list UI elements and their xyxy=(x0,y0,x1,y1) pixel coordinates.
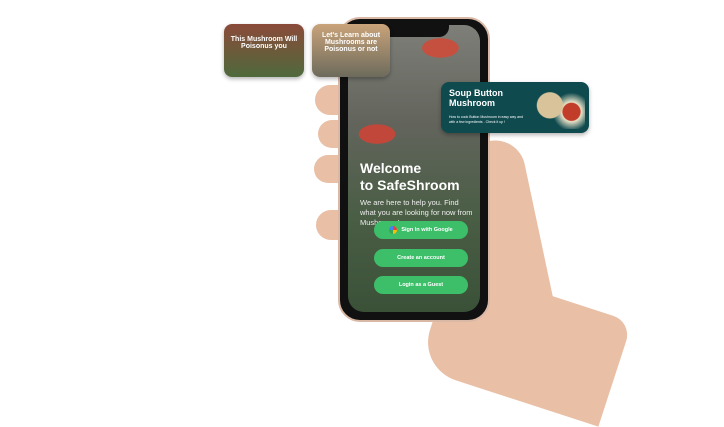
google-icon xyxy=(389,226,398,234)
guest-login-button[interactable]: Login as a Guest xyxy=(374,276,468,294)
title-line-2: to SafeShroom xyxy=(360,177,460,193)
card-description: How to cook Button Mushroom in easy way … xyxy=(449,115,523,124)
welcome-title: Welcome to SafeShroom xyxy=(360,160,460,194)
soup-recipe-card[interactable]: Soup Button Mushroom How to cook Button … xyxy=(441,82,589,133)
mushroom-food-image xyxy=(531,86,585,129)
title-line-1: Welcome xyxy=(360,160,422,176)
card-text: This Mushroom Will Poisonus you xyxy=(230,36,298,50)
card-text: Let's Learn about Mushrooms are Poisonus… xyxy=(321,32,381,53)
create-account-button[interactable]: Create an account xyxy=(374,249,468,267)
google-signin-button[interactable]: Sign In with Google xyxy=(374,221,468,239)
google-signin-label: Sign In with Google xyxy=(401,227,453,233)
learn-mushrooms-card[interactable]: Let's Learn about Mushrooms are Poisonus… xyxy=(312,24,390,77)
card-title: Soup Button Mushroom xyxy=(449,88,503,108)
poisonous-mushroom-card[interactable]: This Mushroom Will Poisonus you xyxy=(224,24,304,77)
